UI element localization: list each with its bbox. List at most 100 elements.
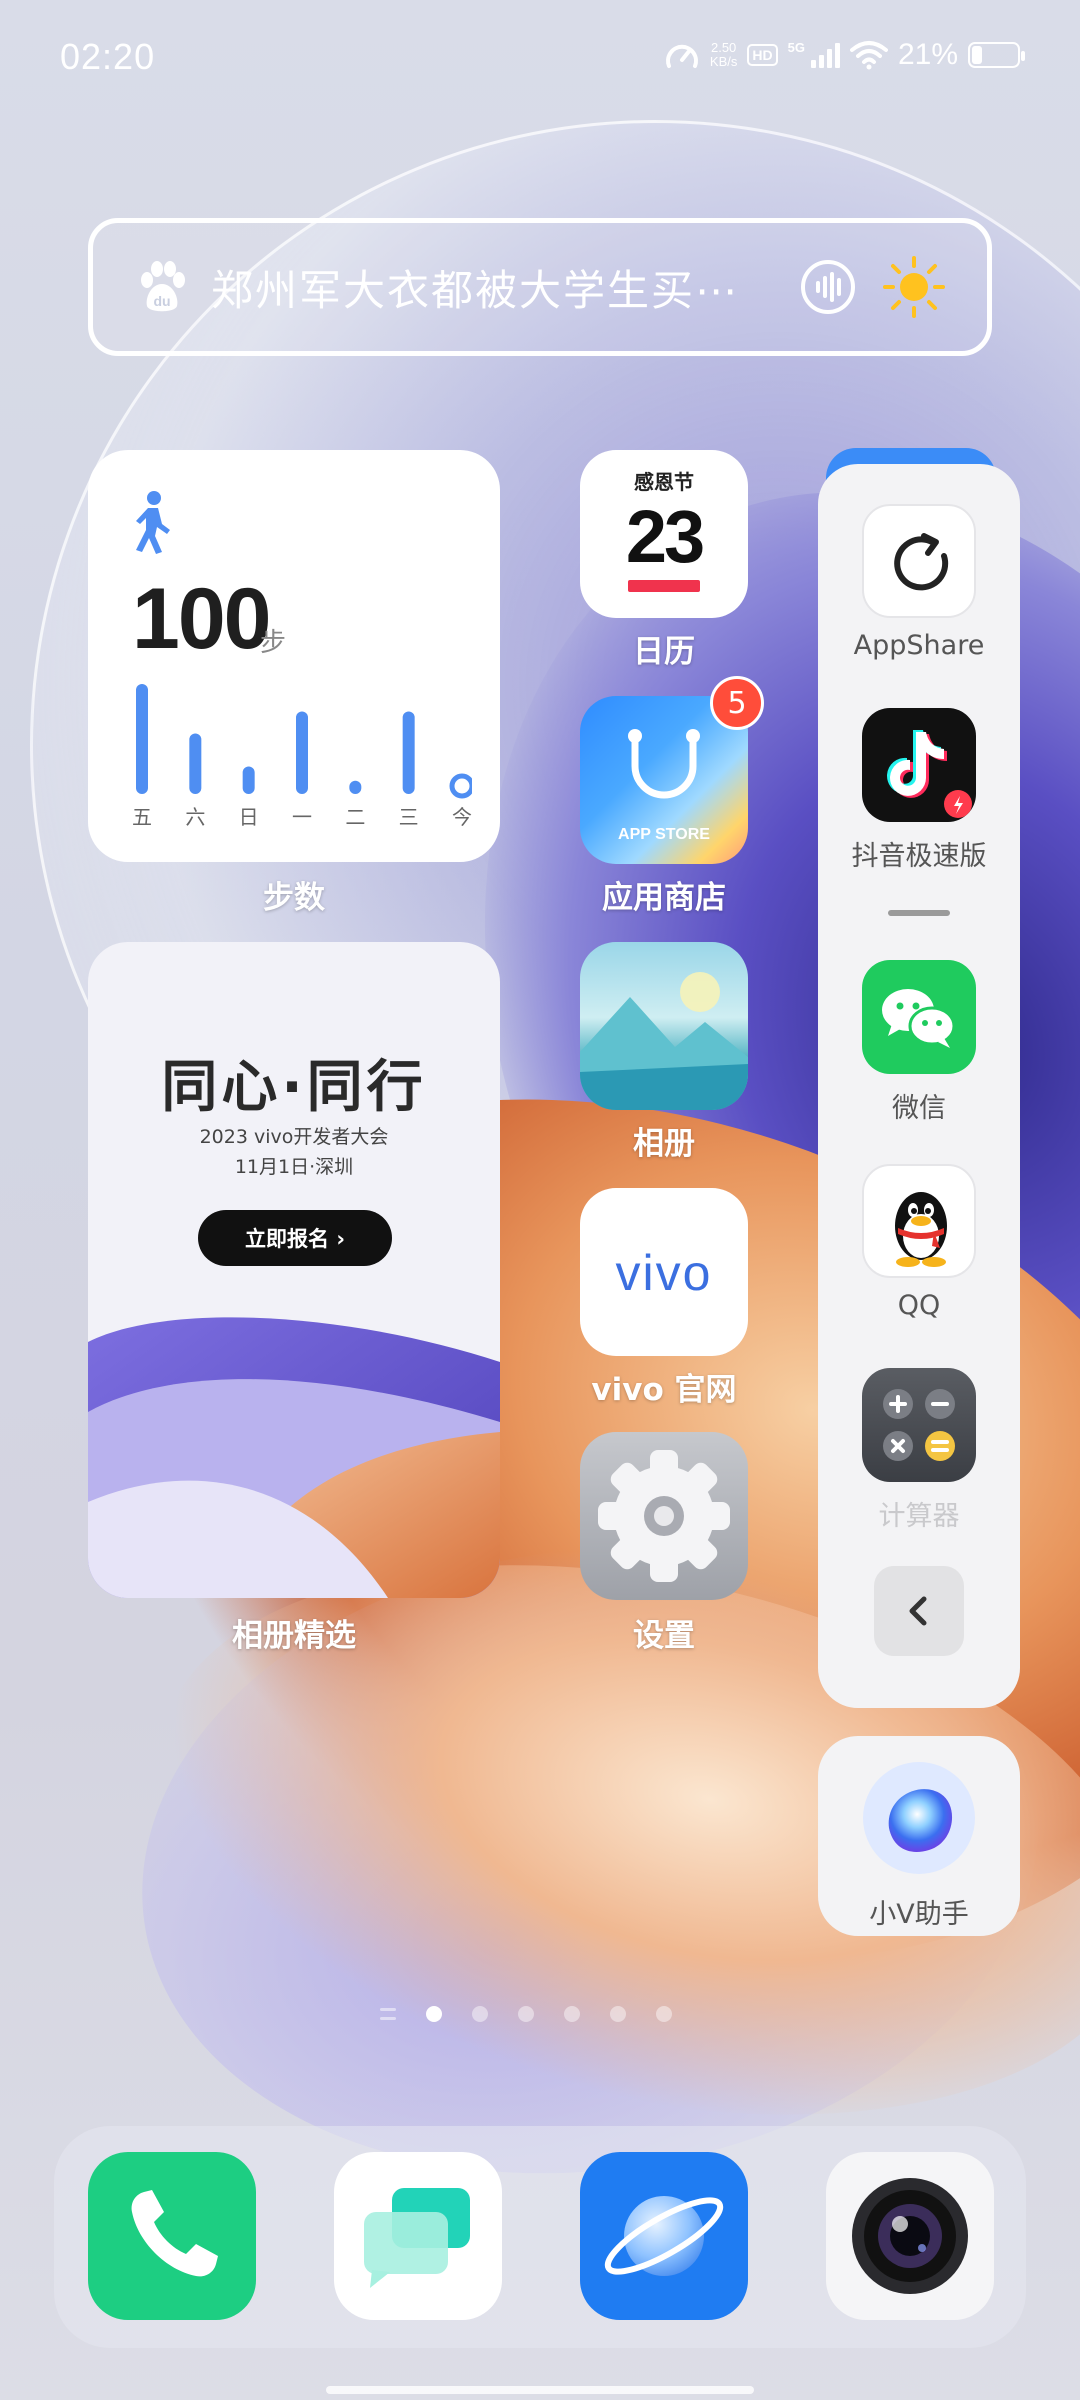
page-dot[interactable] <box>564 2006 580 2022</box>
svg-text:du: du <box>153 293 170 309</box>
douyin-lite-app-icon[interactable] <box>862 708 976 822</box>
sidebar-divider <box>888 910 950 916</box>
search-hot-topic[interactable]: 郑州军大衣都被大学生买⋯ <box>211 257 781 318</box>
assistant-orb-icon <box>863 1762 975 1874</box>
calculator-app-icon[interactable] <box>862 1368 976 1482</box>
calculator-label[interactable]: 计算器 <box>818 1494 1020 1533</box>
hd-voice-badge: HD <box>747 44 778 66</box>
mountain-icon <box>580 972 748 1110</box>
album-widget-label: 相册精选 <box>232 1618 356 1654</box>
vivo-logo: vivo <box>615 1245 713 1301</box>
appshare-app-icon[interactable] <box>862 504 976 618</box>
phone-app-icon[interactable] <box>88 2152 256 2320</box>
steps-bar <box>349 780 362 794</box>
steps-day-label: 一 <box>292 805 312 829</box>
status-icons: 2.50 KB/s HD 5G 21% <box>664 38 1025 72</box>
network-type: 5G <box>787 39 805 55</box>
steps-widget[interactable]: 100 步 五 六 日 一 二 三 今 <box>88 450 500 862</box>
steps-day-label: 三 <box>399 805 419 829</box>
vivo-website-icon[interactable]: vivo <box>580 1188 748 1356</box>
phone-handset-icon <box>131 2190 218 2277</box>
search-widget[interactable]: du 郑州军大衣都被大学生买⋯ <box>88 218 992 356</box>
jovi-assistant-card[interactable]: 小V助手 <box>818 1736 1020 1936</box>
steps-day-label: 日 <box>239 805 259 829</box>
page-dot[interactable] <box>656 2006 672 2022</box>
steps-day-label: 今 <box>452 805 472 829</box>
steps-bar <box>136 684 148 794</box>
page-dot-active[interactable] <box>426 2006 442 2022</box>
chat-bubbles-icon <box>364 2188 470 2288</box>
steps-day-label: 六 <box>185 805 205 829</box>
status-bar: 02:20 2.50 KB/s HD 5G 21% <box>0 0 1080 120</box>
chevron-left-icon <box>909 1596 927 1626</box>
steps-weekly-chart: 五六日一二三今 <box>132 684 472 829</box>
clock: 02:20 <box>60 36 156 77</box>
album-poster-date: 11月1日·深圳 <box>234 1156 354 1178</box>
walking-person-icon <box>136 491 170 554</box>
page-dot[interactable] <box>518 2006 534 2022</box>
vivo-website-label[interactable]: vivo 官网 <box>560 1364 768 1409</box>
photos-app-label[interactable]: 相册 <box>560 1118 768 1163</box>
camera-app-icon[interactable] <box>826 2152 994 2320</box>
steps-today-marker <box>449 773 472 799</box>
calendar-festival: 感恩节 <box>634 470 694 494</box>
qq-penguin-icon <box>895 1192 947 1267</box>
app-store-icon-text: APP STORE <box>618 826 710 843</box>
page-dot[interactable] <box>472 2006 488 2022</box>
photos-app-icon[interactable] <box>580 942 748 1110</box>
steps-bar <box>189 733 202 794</box>
calendar-accent-bar <box>628 580 700 592</box>
settings-app-icon[interactable] <box>580 1432 748 1600</box>
calendar-app-icon[interactable]: 感恩节 23 <box>580 450 748 618</box>
network-speed-value: 2.50 <box>710 40 737 55</box>
messages-app-icon[interactable] <box>334 2152 502 2320</box>
register-button[interactable]: 立即报名 › <box>198 1210 392 1266</box>
speedometer-icon <box>665 44 698 68</box>
steps-bar <box>402 711 415 794</box>
douyin-lite-label[interactable]: 抖音极速版 <box>818 834 1020 873</box>
smart-sidebar[interactable]: AppShare 抖音极速版 微信 QQ 计算器 <box>818 464 1020 1708</box>
battery-icon <box>968 42 1025 68</box>
qq-label[interactable]: QQ <box>818 1290 1020 1321</box>
steps-day-label: 五 <box>132 805 152 829</box>
home-indicator-bar[interactable] <box>326 2386 754 2394</box>
album-poster-art <box>88 1317 500 1598</box>
wechat-bubbles-icon <box>882 989 956 1048</box>
page-dot[interactable] <box>610 2006 626 2022</box>
steps-widget-label: 步数 <box>263 880 325 916</box>
qq-app-icon[interactable] <box>862 1164 976 1278</box>
planet-icon <box>604 2196 724 2276</box>
album-poster-subtitle: 2023 vivo开发者大会 <box>199 1126 389 1148</box>
calendar-app-label[interactable]: 日历 <box>560 626 768 671</box>
appshare-arrow-icon <box>894 533 949 591</box>
wechat-app-icon[interactable] <box>862 960 976 1074</box>
calendar-date: 23 <box>625 495 705 578</box>
steps-bar <box>296 711 308 794</box>
douyin-note-icon <box>887 730 972 818</box>
steps-bar <box>242 766 255 794</box>
settings-app-label[interactable]: 设置 <box>560 1610 768 1655</box>
gear-icon <box>598 1450 730 1582</box>
app-store-label[interactable]: 应用商店 <box>560 872 768 917</box>
notification-badge: 5 <box>710 676 764 730</box>
album-poster-title: 同心·同行 <box>161 1055 427 1120</box>
baidu-paw-icon: du <box>141 261 185 312</box>
camera-lens-icon <box>852 2178 968 2294</box>
network-speed-unit: KB/s <box>709 54 738 69</box>
wifi-icon <box>849 41 888 70</box>
network-speed: 2.50 KB/s <box>710 41 737 69</box>
steps-unit: 步 <box>260 628 287 658</box>
steps-day-label: 二 <box>345 805 365 829</box>
weather-sun-icon[interactable] <box>881 254 947 320</box>
collapse-sidebar-button[interactable] <box>874 1566 964 1656</box>
browser-app-icon[interactable] <box>580 2152 748 2320</box>
signal-strength-icon <box>810 42 840 68</box>
assistant-label: 小V助手 <box>869 1899 969 1930</box>
album-widget[interactable]: 同心·同行 2023 vivo开发者大会 11月1日·深圳 立即报名 › <box>88 942 500 1598</box>
minus-one-page-indicator[interactable] <box>380 2008 396 2020</box>
voice-search-button[interactable] <box>801 260 855 314</box>
appshare-label[interactable]: AppShare <box>818 630 1020 661</box>
page-indicator[interactable] <box>380 2006 672 2022</box>
wechat-label[interactable]: 微信 <box>818 1086 1020 1125</box>
battery-percent: 21% <box>897 38 958 71</box>
